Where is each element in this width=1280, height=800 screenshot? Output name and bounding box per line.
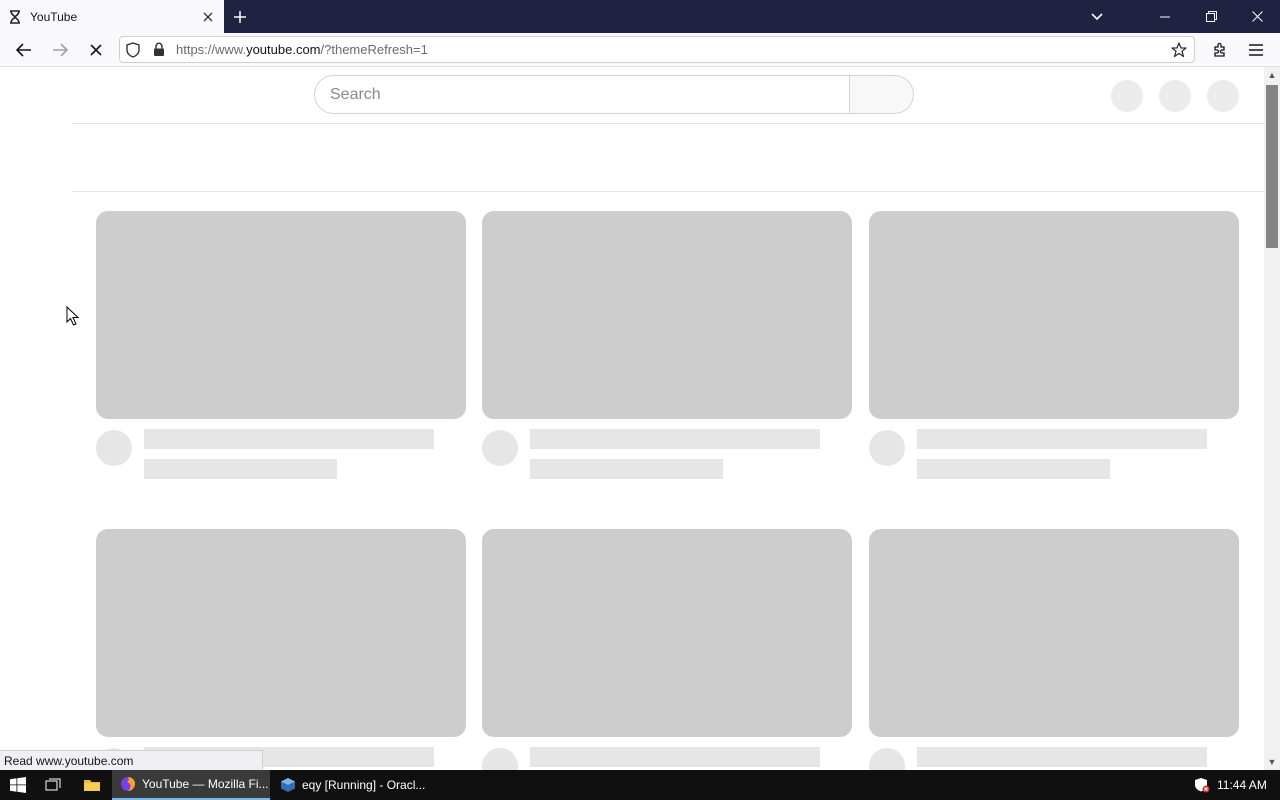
tab-strip: YouTube xyxy=(0,0,1280,33)
header-placeholder-circle xyxy=(1207,80,1239,112)
title-placeholder xyxy=(530,747,820,767)
tab-title: YouTube xyxy=(30,9,78,24)
title-placeholder xyxy=(530,429,820,449)
system-clock[interactable]: 11:44 AM xyxy=(1217,770,1267,800)
hourglass-icon xyxy=(8,9,22,24)
video-thumbnail-placeholder xyxy=(482,529,852,737)
minimize-button[interactable] xyxy=(1142,0,1188,33)
file-explorer-icon[interactable] xyxy=(74,770,110,800)
youtube-header: Search xyxy=(72,67,1264,124)
scroll-down-arrow-icon[interactable]: ▼ xyxy=(1264,754,1280,770)
taskbar-app-firefox[interactable]: YouTube — Mozilla Fi... xyxy=(112,770,270,800)
lock-icon[interactable] xyxy=(146,37,172,62)
scrollbar-thumb[interactable] xyxy=(1266,85,1278,248)
firefox-icon xyxy=(120,776,136,792)
channel-avatar-placeholder xyxy=(482,430,518,466)
tab-youtube[interactable]: YouTube xyxy=(0,0,224,33)
forward-button[interactable] xyxy=(47,37,73,63)
scroll-up-arrow-icon[interactable]: ▲ xyxy=(1264,67,1280,83)
mouse-cursor-icon xyxy=(66,306,80,326)
video-thumbnail-placeholder xyxy=(869,529,1239,737)
back-button[interactable] xyxy=(11,37,37,63)
page-scrollbar[interactable]: ▲ ▼ xyxy=(1264,67,1280,770)
meta-placeholder xyxy=(144,459,337,479)
task-view-icon[interactable] xyxy=(36,770,72,800)
search-input[interactable]: Search xyxy=(314,75,850,114)
chips-bar-placeholder xyxy=(72,124,1264,192)
extensions-icon[interactable] xyxy=(1207,37,1233,63)
status-panel: Read www.youtube.com xyxy=(0,750,263,770)
start-windows-icon[interactable] xyxy=(0,770,36,800)
title-placeholder xyxy=(144,429,434,449)
video-thumbnail-placeholder xyxy=(482,211,852,419)
restore-button[interactable] xyxy=(1188,0,1234,33)
channel-avatar-placeholder xyxy=(96,430,132,466)
search-placeholder: Search xyxy=(330,85,381,103)
url-text: https://www.youtube.com/?themeRefresh=1 xyxy=(176,42,428,57)
list-all-tabs-button[interactable] xyxy=(1074,0,1120,33)
taskbar-app-label: YouTube — Mozilla Fi... xyxy=(142,777,269,791)
taskbar-app-virtualbox[interactable]: eqy [Running] - Oracl... xyxy=(272,770,432,800)
title-placeholder xyxy=(917,429,1207,449)
header-placeholder-circle xyxy=(1111,80,1143,112)
meta-placeholder xyxy=(530,459,723,479)
security-alert-icon[interactable] xyxy=(1190,770,1214,800)
close-window-button[interactable] xyxy=(1234,0,1280,33)
title-placeholder xyxy=(917,747,1207,767)
video-thumbnail-placeholder xyxy=(869,211,1239,419)
video-thumbnail-placeholder xyxy=(96,529,466,737)
page-content: Search xyxy=(0,67,1264,770)
header-placeholder-circle xyxy=(1159,80,1191,112)
channel-avatar-placeholder xyxy=(869,430,905,466)
taskbar-app-label: eqy [Running] - Oracl... xyxy=(302,778,426,792)
virtualbox-icon xyxy=(280,777,296,793)
close-tab-icon[interactable] xyxy=(198,7,218,27)
meta-placeholder xyxy=(917,459,1110,479)
search-button[interactable] xyxy=(850,75,914,114)
menu-icon[interactable] xyxy=(1243,37,1269,63)
video-thumbnail-placeholder xyxy=(96,211,466,419)
windows-taskbar: YouTube — Mozilla Fi... eqy [Running] - … xyxy=(0,770,1280,800)
address-bar[interactable]: https://www.youtube.com/?themeRefresh=1 xyxy=(119,36,1195,63)
stop-loading-button[interactable] xyxy=(83,37,109,63)
channel-avatar-placeholder xyxy=(482,748,518,770)
channel-avatar-placeholder xyxy=(869,748,905,770)
navigation-toolbar: https://www.youtube.com/?themeRefresh=1 xyxy=(0,33,1280,67)
bookmark-star-icon[interactable] xyxy=(1166,37,1192,62)
shield-icon[interactable] xyxy=(120,37,146,62)
new-tab-button[interactable] xyxy=(229,6,251,28)
